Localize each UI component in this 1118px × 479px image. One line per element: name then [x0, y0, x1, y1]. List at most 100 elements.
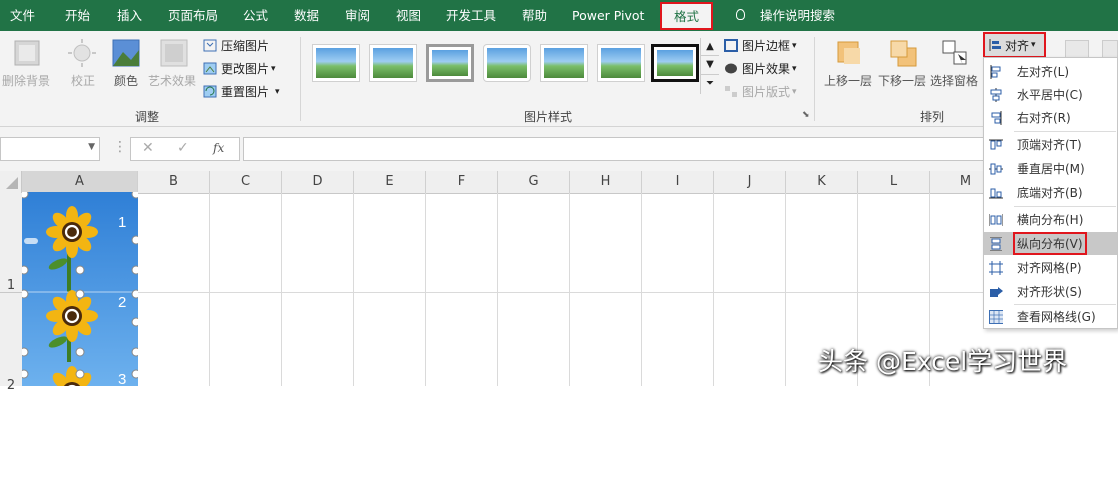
- picture-layout-button[interactable]: 图片版式 ▾: [724, 83, 797, 100]
- compress-pictures-button[interactable]: 压缩图片: [203, 37, 269, 54]
- gallery-down-icon[interactable]: ▼: [701, 56, 719, 75]
- send-backward-label: 下移一层: [878, 74, 927, 88]
- name-box-dropdown-icon[interactable]: ▼: [88, 142, 95, 152]
- selection-pane-button[interactable]: 选择窗格: [930, 36, 982, 96]
- dialog-launcher-icon[interactable]: ⬊: [802, 110, 810, 120]
- picture-style-5[interactable]: [540, 44, 588, 82]
- picture-style-3[interactable]: [426, 44, 474, 82]
- align-icon: [989, 39, 1001, 51]
- tab-format[interactable]: 格式: [660, 2, 714, 30]
- column-header-l[interactable]: L: [858, 171, 930, 193]
- change-picture-label: 更改图片: [221, 62, 270, 76]
- align-button[interactable]: 对齐 ▾: [983, 32, 1046, 58]
- menu-snap-to-grid[interactable]: 对齐网格(P): [984, 256, 1117, 279]
- align-left-icon: [990, 64, 1001, 79]
- picture-effects-button[interactable]: 图片效果 ▾: [724, 60, 797, 77]
- artistic-effects-button[interactable]: 艺术效果: [148, 36, 200, 96]
- gallery-scroll[interactable]: ▲ ▼ ⏷: [700, 38, 719, 94]
- menu-align-center[interactable]: 水平居中(C): [984, 83, 1117, 106]
- picture-style-1[interactable]: [312, 44, 360, 82]
- picture-style-2[interactable]: [369, 44, 417, 82]
- column-header-e[interactable]: E: [354, 171, 426, 193]
- tab-formulas[interactable]: 公式: [243, 0, 268, 31]
- column-header-d[interactable]: D: [282, 171, 354, 193]
- formula-buttons: ✕ ✓ fx: [130, 137, 240, 161]
- column-header-f[interactable]: F: [426, 171, 498, 193]
- tab-review[interactable]: 审阅: [345, 0, 370, 31]
- reset-picture-button[interactable]: 重置图片 ▾: [203, 83, 280, 100]
- tab-power-pivot[interactable]: Power Pivot: [572, 0, 644, 31]
- menu-align-bottom[interactable]: 底端对齐(B): [984, 181, 1117, 204]
- menu-item-label: 水平居中(C): [1017, 88, 1083, 102]
- sunflower-pictures[interactable]: 1 2 3: [22, 192, 138, 386]
- picture-border-label: 图片边框: [742, 39, 791, 53]
- tab-file[interactable]: 文件: [10, 0, 35, 31]
- tell-me-search[interactable]: 操作说明搜索: [760, 0, 835, 31]
- bring-forward-button[interactable]: 上移一层: [822, 36, 874, 96]
- menu-view-gridlines[interactable]: 查看网格线(G): [984, 305, 1117, 328]
- align-right-icon: [991, 110, 1002, 125]
- menu-align-left[interactable]: 左对齐(L): [984, 60, 1117, 83]
- selection-pane-label: 选择窗格: [930, 74, 979, 88]
- menu-snap-to-shape[interactable]: 对齐形状(S): [984, 280, 1117, 303]
- picture-style-4[interactable]: [483, 44, 531, 82]
- tab-home[interactable]: 开始: [65, 0, 90, 31]
- send-backward-button[interactable]: 下移一层: [876, 36, 928, 96]
- picture-number-1: 1: [118, 214, 126, 231]
- compress-icon: [203, 39, 217, 52]
- menu-item-label: 对齐网格(P): [1017, 261, 1082, 275]
- menu-distribute-horizontally[interactable]: 横向分布(H): [984, 208, 1117, 231]
- distribute-horizontal-icon: [989, 213, 1003, 226]
- picture-border-button[interactable]: 图片边框 ▾: [724, 37, 797, 54]
- select-all-corner[interactable]: [0, 171, 22, 193]
- column-header-c[interactable]: C: [210, 171, 282, 193]
- menu-align-top[interactable]: 顶端对齐(T): [984, 133, 1117, 156]
- column-header-k[interactable]: K: [786, 171, 858, 193]
- group-separator: [814, 37, 815, 121]
- color-icon: [112, 39, 140, 67]
- tab-view[interactable]: 视图: [396, 0, 421, 31]
- corrections-icon: [68, 39, 96, 67]
- bring-forward-label: 上移一层: [824, 74, 873, 88]
- menu-distribute-vertically[interactable]: 纵向分布(V): [984, 232, 1117, 255]
- color-button[interactable]: 颜色: [108, 36, 148, 96]
- lightbulb-icon: [736, 9, 745, 20]
- gallery-more-icon[interactable]: ⏷: [701, 75, 719, 93]
- column-header-a[interactable]: A: [22, 171, 138, 193]
- change-picture-button[interactable]: 更改图片 ▾: [203, 60, 276, 77]
- picture-style-7[interactable]: [651, 44, 699, 82]
- menu-align-middle[interactable]: 垂直居中(M): [984, 157, 1117, 180]
- picture-layout-icon: [725, 86, 737, 97]
- tab-developer[interactable]: 开发工具: [446, 0, 496, 31]
- menu-item-label: 右对齐(R): [1017, 111, 1071, 125]
- column-gridline: [209, 193, 210, 386]
- corrections-button[interactable]: 校正: [62, 36, 102, 96]
- tab-data[interactable]: 数据: [294, 0, 319, 31]
- row-header-1[interactable]: 1: [0, 193, 22, 293]
- insert-function-icon[interactable]: fx: [213, 141, 224, 155]
- gallery-up-icon[interactable]: ▲: [701, 38, 719, 56]
- row-header-2[interactable]: 2: [0, 293, 22, 393]
- tab-page-layout[interactable]: 页面布局: [168, 0, 218, 31]
- group-separator: [300, 37, 301, 121]
- column-header-j[interactable]: J: [714, 171, 786, 193]
- picture-number-2: 2: [118, 294, 126, 311]
- menu-item-label: 横向分布(H): [1017, 213, 1084, 227]
- tab-help[interactable]: 帮助: [522, 0, 547, 31]
- name-box[interactable]: ▼: [0, 137, 100, 161]
- tab-insert[interactable]: 插入: [117, 0, 142, 31]
- enter-icon[interactable]: ✓: [177, 140, 189, 156]
- menu-align-right[interactable]: 右对齐(R): [984, 106, 1117, 129]
- column-header-g[interactable]: G: [498, 171, 570, 193]
- align-bottom-icon: [989, 188, 1003, 198]
- picture-style-6[interactable]: [597, 44, 645, 82]
- remove-background-button[interactable]: 删除背景: [2, 36, 52, 96]
- cancel-icon[interactable]: ✕: [142, 140, 154, 156]
- column-gridline: [641, 193, 642, 386]
- column-header-i[interactable]: I: [642, 171, 714, 193]
- align-middle-icon: [989, 163, 1003, 174]
- column-header-h[interactable]: H: [570, 171, 642, 193]
- formula-bar-grip-icon: ⋮: [113, 139, 127, 155]
- picture-number-3: 3: [118, 371, 126, 386]
- column-header-b[interactable]: B: [138, 171, 210, 193]
